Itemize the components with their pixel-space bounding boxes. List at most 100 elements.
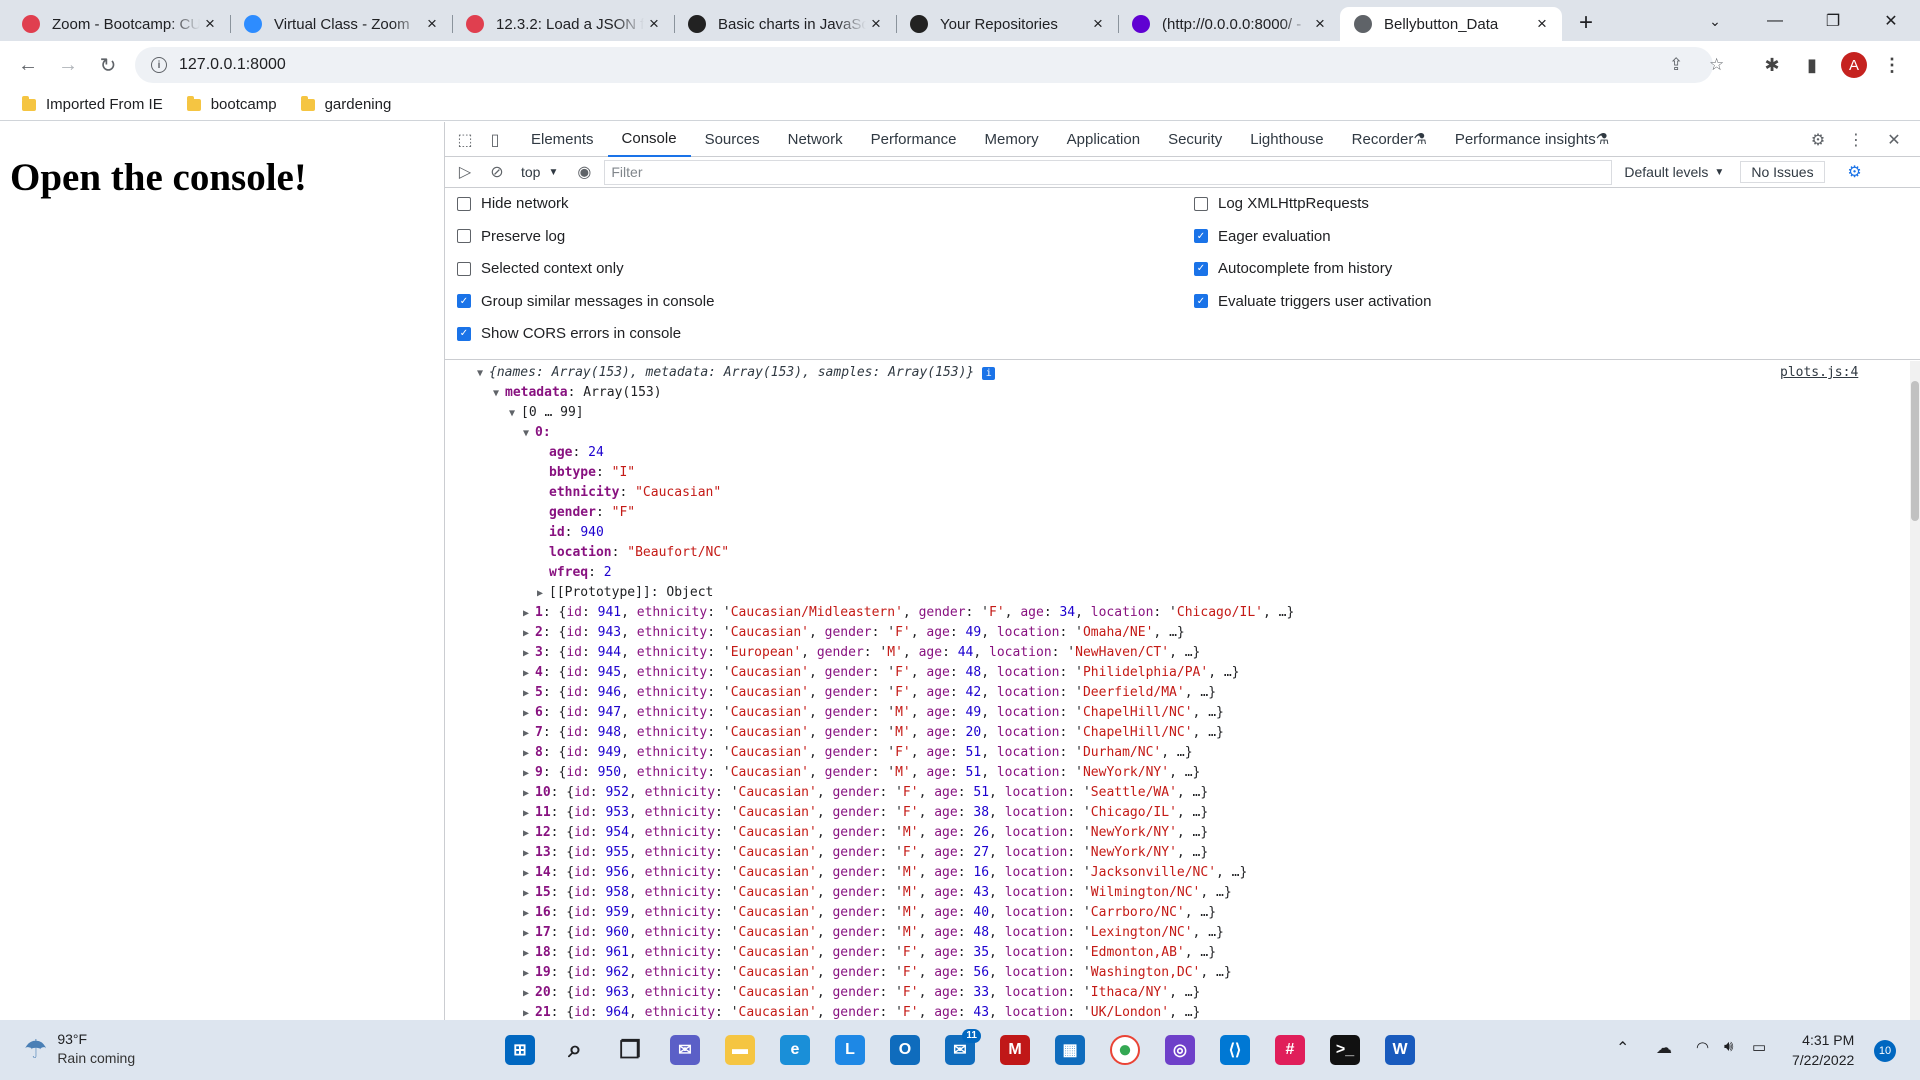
devtools-tab[interactable]: Recorder ⚗ [1338,122,1441,157]
info-badge-icon[interactable]: i [982,367,996,380]
checkbox-checked-icon[interactable]: ✓ [1194,261,1208,276]
devtools-tab[interactable]: Performance insights ⚗ [1441,122,1623,157]
checkbox-checked-icon[interactable]: ✓ [1194,229,1208,243]
close-icon[interactable]: × [1310,14,1330,34]
checkbox-checked-icon[interactable]: ✓ [1194,294,1208,308]
expanded-arrow-icon[interactable]: ▼ [509,404,521,424]
devtools-tab[interactable]: Memory [971,122,1053,157]
reload-icon[interactable]: ↻ [90,47,126,83]
devtools-tab[interactable]: Sources [691,122,774,157]
issues-button[interactable]: No Issues [1740,161,1825,183]
devtools-tab[interactable]: Elements [517,122,608,157]
file-explorer-icon[interactable]: ▬ [725,1035,755,1065]
sidebar-toggle-icon[interactable]: ▷ [453,160,477,184]
volume-icon[interactable]: 🔊︎ [1724,1038,1733,1055]
wifi-icon[interactable]: ◠ [1696,1038,1709,1056]
setting-checkbox[interactable]: ✓ Group similar messages in console [457,293,714,310]
extensions-icon[interactable]: ✱ [1758,51,1786,79]
collapsed-arrow-icon[interactable]: ▶ [523,644,535,664]
checkbox-checked-icon[interactable]: ✓ [457,294,471,308]
devtools-tab[interactable]: Security [1154,122,1236,157]
slack-icon[interactable]: # [1275,1035,1305,1065]
console-scrollbar[interactable] [1910,361,1920,1020]
settings-gear-icon[interactable]: ⚙ [1806,127,1830,151]
collapsed-arrow-icon[interactable]: ▶ [537,584,549,604]
more-options-icon[interactable]: ⋮ [1844,127,1868,151]
devtools-tab[interactable]: Console [607,122,691,157]
collapsed-arrow-icon[interactable]: ▶ [523,764,535,784]
mcafee-icon[interactable]: M [1000,1035,1030,1065]
collapsed-arrow-icon[interactable]: ▶ [523,704,535,724]
github-desktop-icon[interactable]: ◎ [1165,1035,1195,1065]
bookmark-folder[interactable]: Imported From IE [22,95,163,113]
collapsed-arrow-icon[interactable]: ▶ [523,684,535,704]
battery-icon[interactable]: ▭ [1752,1038,1766,1056]
bookmark-folder[interactable]: gardening [300,95,391,113]
store-icon[interactable]: ▦ [1055,1035,1085,1065]
setting-checkbox[interactable]: Log XMLHttpRequests [1194,195,1369,212]
minimize-icon[interactable]: — [1746,0,1804,41]
weather-widget[interactable]: ☂ 93°F Rain coming [24,1030,135,1068]
terminal-icon[interactable]: >_ [1330,1035,1360,1065]
collapsed-arrow-icon[interactable]: ▶ [523,884,535,904]
address-bar[interactable]: i 127.0.0.1:8000 ⇪ ☆ [135,47,1724,83]
browser-tab[interactable]: Your Repositories × [896,7,1118,41]
devtools-tab[interactable]: Network [774,122,857,157]
checkbox-unchecked-icon[interactable] [457,196,471,211]
chevron-up-icon[interactable]: ⌃ [1616,1038,1629,1058]
word-icon[interactable]: W [1385,1035,1415,1065]
side-panel-icon[interactable]: ▮ [1798,51,1826,79]
collapsed-arrow-icon[interactable]: ▶ [523,804,535,824]
checkbox-checked-icon[interactable]: ✓ [457,326,471,341]
l-app-icon[interactable]: L [835,1035,865,1065]
log-levels-select[interactable]: Default levels ▼ [1624,164,1724,180]
collapsed-arrow-icon[interactable]: ▶ [523,624,535,644]
collapsed-arrow-icon[interactable]: ▶ [523,1004,535,1020]
menu-kebab-icon[interactable]: ⋮ [1878,51,1906,79]
onedrive-icon[interactable]: ☁ [1656,1038,1672,1058]
collapsed-arrow-icon[interactable]: ▶ [523,944,535,964]
share-icon[interactable]: ⇪ [1669,55,1683,75]
checkbox-unchecked-icon[interactable] [1194,196,1208,211]
console-settings-icon[interactable]: ⚙ [1843,160,1867,184]
collapsed-arrow-icon[interactable]: ▶ [523,964,535,984]
devtools-tab[interactable]: Application [1053,122,1154,157]
context-select[interactable]: top ▼ [521,164,558,180]
restore-icon[interactable]: ❐ [1804,0,1862,41]
setting-checkbox[interactable]: ✓ Eager evaluation [1194,228,1331,245]
collapsed-arrow-icon[interactable]: ▶ [523,924,535,944]
browser-tab[interactable]: 12.3.2: Load a JSON file × [452,7,674,41]
bookmark-star-icon[interactable]: ☆ [1709,55,1724,75]
setting-checkbox[interactable]: ✓ Show CORS errors in console [457,325,681,342]
expanded-arrow-icon[interactable]: ▼ [523,424,535,444]
notification-badge[interactable]: 10 [1874,1040,1896,1062]
expanded-arrow-icon[interactable]: ▼ [477,364,489,384]
new-tab-icon[interactable]: + [1568,6,1604,40]
clock[interactable]: 4:31 PM 7/22/2022 [1792,1030,1854,1070]
collapsed-arrow-icon[interactable]: ▶ [523,604,535,624]
checkbox-unchecked-icon[interactable] [457,229,471,243]
collapsed-arrow-icon[interactable]: ▶ [523,904,535,924]
tab-search-icon[interactable]: ⌄ [1700,6,1730,36]
start-icon[interactable]: ⊞ [505,1035,535,1065]
filter-input[interactable]: Filter [604,159,1613,185]
browser-tab[interactable]: Bellybutton_Data × [1340,7,1562,41]
live-expression-eye-icon[interactable]: ◉ [572,160,596,184]
setting-checkbox[interactable]: ✓ Autocomplete from history [1194,260,1392,277]
devtools-tab[interactable]: Lighthouse [1236,122,1337,157]
close-icon[interactable]: × [1532,14,1552,34]
chrome-icon[interactable]: ● [1110,1035,1140,1065]
inspect-element-icon[interactable]: ⬚ [453,127,477,151]
scrollbar-thumb[interactable] [1911,381,1919,521]
close-icon[interactable]: × [1088,14,1108,34]
checkbox-unchecked-icon[interactable] [457,261,471,276]
forward-icon[interactable]: → [50,47,86,83]
source-link[interactable]: plots.js:4 [1780,363,1858,383]
close-icon[interactable]: × [866,14,886,34]
collapsed-arrow-icon[interactable]: ▶ [523,744,535,764]
browser-tab[interactable]: Virtual Class - Zoom × [230,7,452,41]
collapsed-arrow-icon[interactable]: ▶ [523,864,535,884]
collapsed-arrow-icon[interactable]: ▶ [523,844,535,864]
mail-icon[interactable]: ✉ 11 [945,1029,981,1065]
setting-checkbox[interactable]: ✓ Evaluate triggers user activation [1194,293,1431,310]
